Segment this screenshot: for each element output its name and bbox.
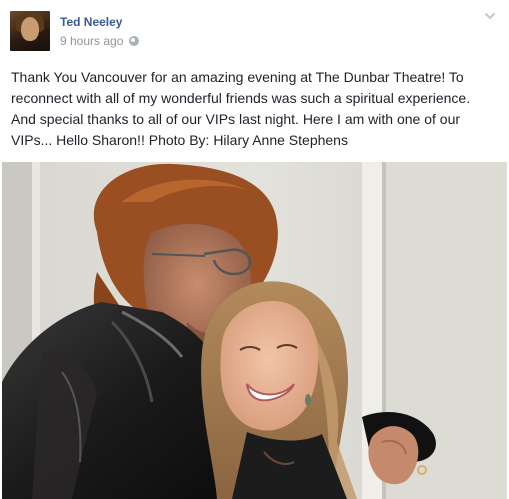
chevron-down-icon[interactable]	[484, 11, 496, 21]
post-photo[interactable]	[2, 162, 507, 499]
post-message: Thank You Vancouver for an amazing eveni…	[11, 69, 471, 148]
post-card: Ted Neeley 9 hours ago Thank You Vancouv…	[0, 0, 509, 499]
post-meta: 9 hours ago	[60, 34, 140, 48]
author-avatar[interactable]	[10, 11, 50, 51]
avatar-face	[21, 17, 39, 41]
post-timestamp[interactable]: 9 hours ago	[60, 34, 123, 48]
author-name-link[interactable]: Ted Neeley	[60, 15, 122, 29]
globe-icon[interactable]	[129, 36, 140, 46]
